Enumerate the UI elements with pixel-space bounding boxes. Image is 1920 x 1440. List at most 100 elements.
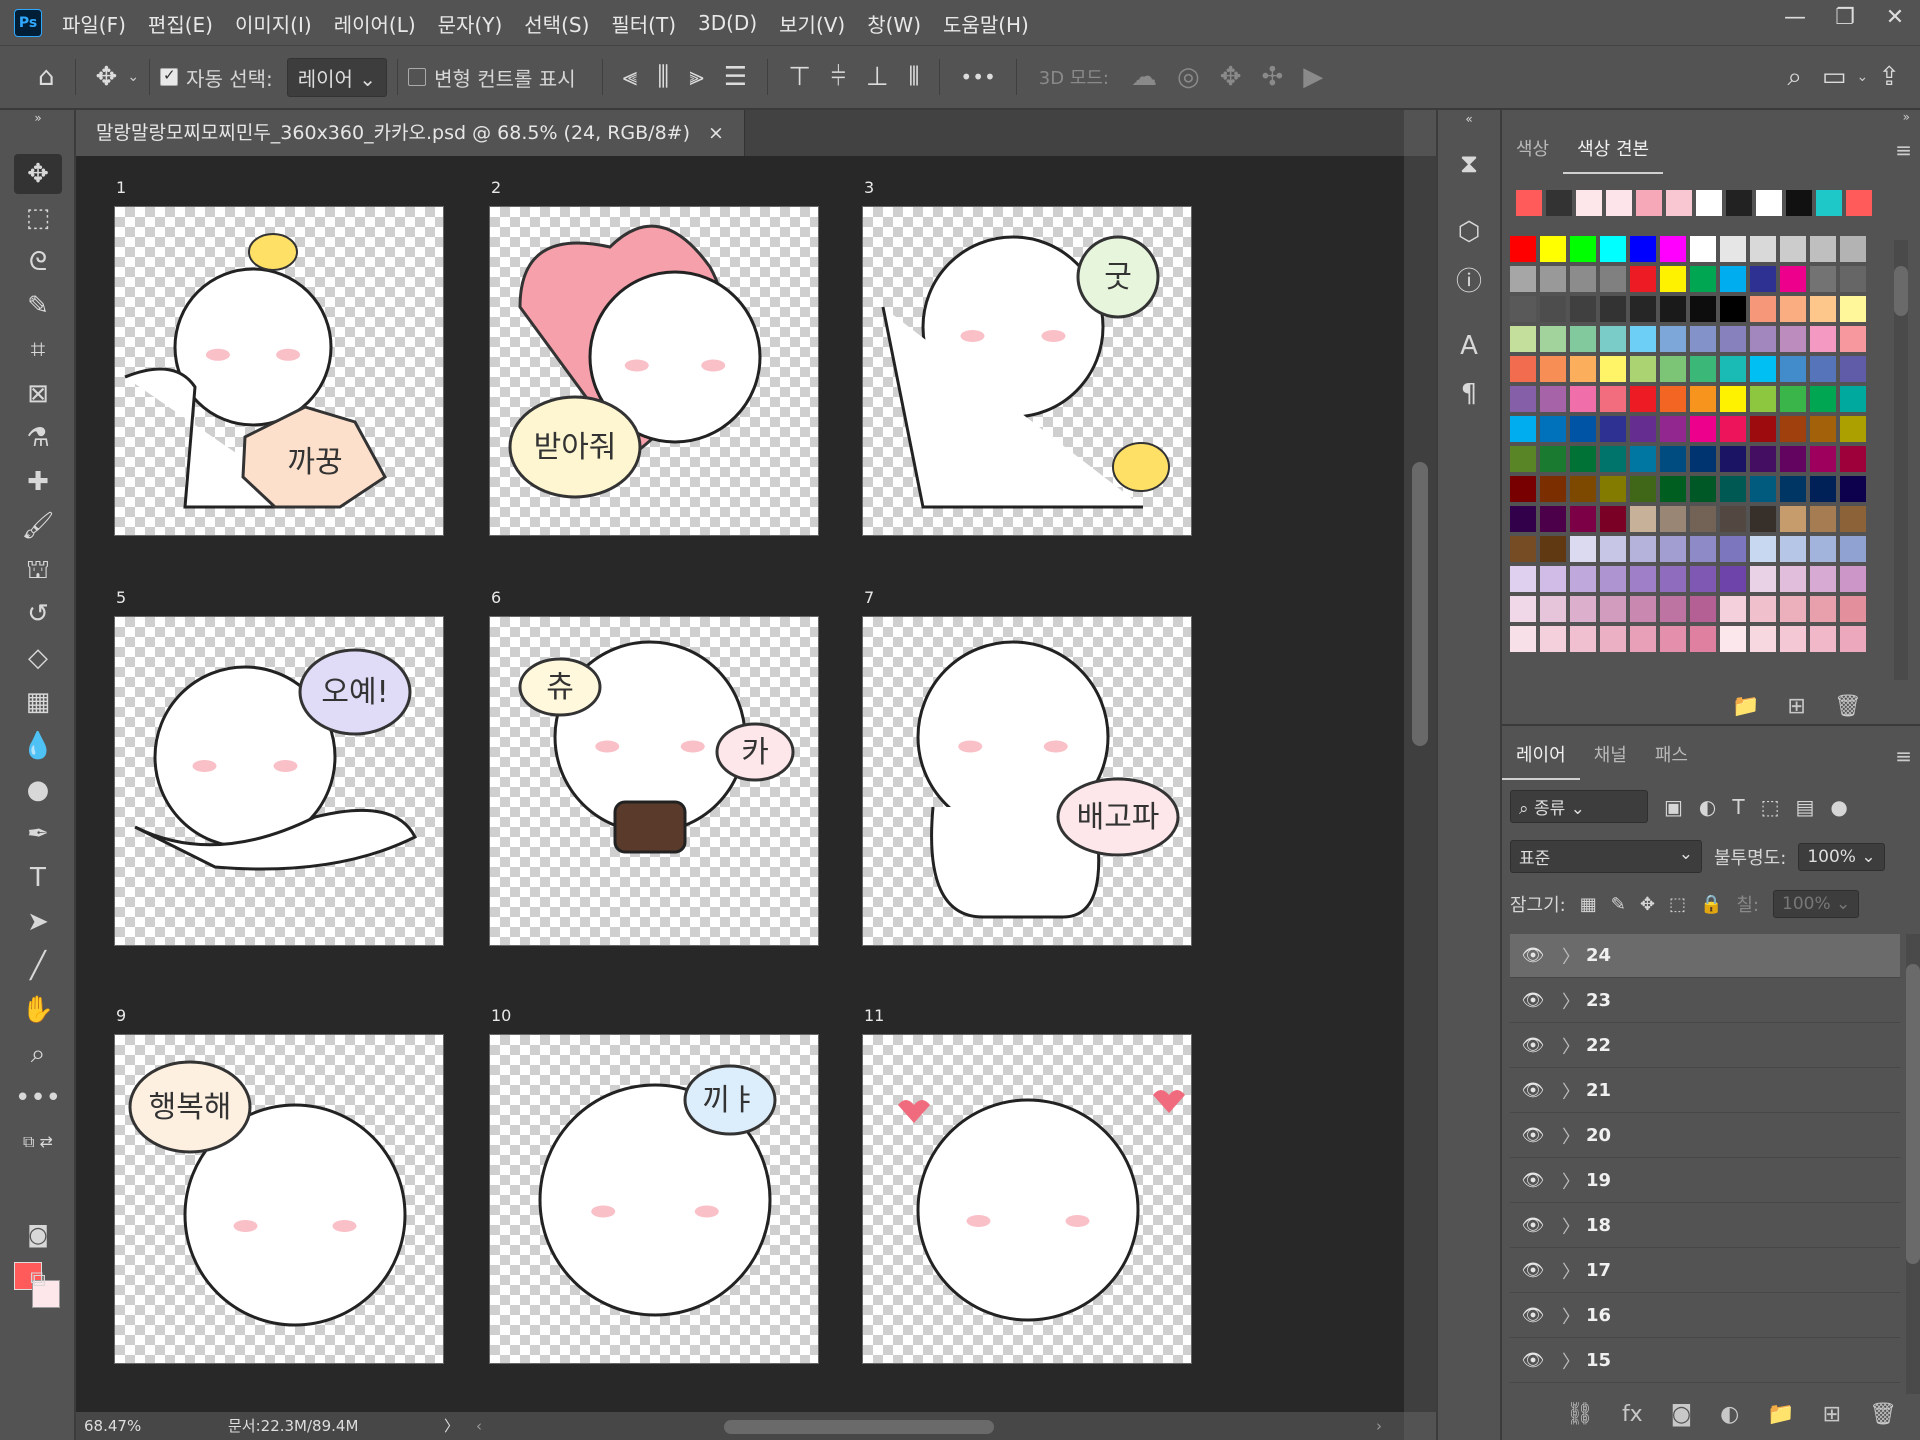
lasso-tool-icon[interactable]: ᘓ	[14, 242, 62, 282]
color-swatch[interactable]	[1780, 626, 1806, 652]
color-swatch[interactable]	[1660, 596, 1686, 622]
layer-row[interactable]: 👁 〉 21	[1510, 1069, 1900, 1113]
layer-row[interactable]: 👁 〉 18	[1510, 1204, 1900, 1248]
menu-item[interactable]: 선택(S)	[524, 9, 589, 38]
color-swatch[interactable]	[1510, 356, 1536, 382]
color-swatch[interactable]	[1660, 236, 1686, 262]
color-swatch[interactable]	[1720, 506, 1746, 532]
new-layer-icon[interactable]: ⊞	[1823, 1402, 1841, 1427]
sticker-artboard[interactable]	[862, 1034, 1192, 1364]
color-swatch[interactable]	[1540, 566, 1566, 592]
expand-group-icon[interactable]: 〉	[1556, 1123, 1586, 1149]
color-swatch[interactable]	[1840, 266, 1866, 292]
workspace-icon[interactable]: ▭	[1812, 62, 1857, 92]
color-swatch[interactable]	[1660, 536, 1686, 562]
color-swatch[interactable]	[1750, 296, 1776, 322]
move-tool-icon[interactable]: ✥	[86, 62, 128, 92]
status-menu-arrow[interactable]: 〉	[444, 1412, 459, 1440]
expand-group-icon[interactable]: 〉	[1556, 943, 1586, 969]
layer-scrollbar[interactable]	[1906, 934, 1920, 1394]
color-swatch[interactable]	[1570, 446, 1596, 472]
color-swatch[interactable]	[1750, 266, 1776, 292]
menu-item[interactable]: 문자(Y)	[438, 9, 503, 38]
color-swatch[interactable]	[1720, 416, 1746, 442]
move-tool-icon[interactable]: ✥	[14, 154, 62, 194]
menu-item[interactable]: 보기(V)	[779, 9, 845, 38]
sticker-artboard[interactable]: 끼ㅑ	[489, 1034, 819, 1364]
color-swatch[interactable]	[1600, 596, 1626, 622]
color-swatch[interactable]	[1720, 596, 1746, 622]
delete-layer-icon[interactable]: 🗑	[1869, 1402, 1897, 1427]
visibility-eye-icon[interactable]: 👁	[1510, 1260, 1556, 1281]
hand-tool-icon[interactable]: ✋	[14, 990, 62, 1030]
character-panel-icon[interactable]: A	[1451, 328, 1487, 364]
color-swatch[interactable]	[1780, 296, 1806, 322]
color-swatch[interactable]	[1750, 566, 1776, 592]
align-bottom-icon[interactable]: ⊥	[856, 62, 899, 92]
color-swatch[interactable]	[1570, 476, 1596, 502]
collapse-icon[interactable]: »	[1903, 110, 1910, 124]
eyedropper-tool-icon[interactable]: ⚗	[14, 418, 62, 458]
color-swatch[interactable]	[1750, 536, 1776, 562]
color-swatch[interactable]	[1600, 446, 1626, 472]
minimize-button[interactable]: —	[1770, 0, 1820, 36]
color-swatch[interactable]	[1600, 356, 1626, 382]
color-swatch[interactable]	[1630, 356, 1656, 382]
tab-swatches[interactable]: 색상 견본	[1563, 126, 1664, 174]
color-swatch[interactable]	[1810, 356, 1836, 382]
align-center-icon[interactable]: ⫼	[647, 62, 679, 93]
pan-3d-icon[interactable]: ✥	[1210, 62, 1252, 92]
visibility-eye-icon[interactable]: 👁	[1510, 990, 1556, 1011]
color-swatch[interactable]	[1690, 326, 1716, 352]
color-swatch[interactable]	[1540, 596, 1566, 622]
color-swatch[interactable]	[1660, 506, 1686, 532]
color-swatch[interactable]	[1600, 566, 1626, 592]
frame-tool-icon[interactable]: ⊠	[14, 374, 62, 414]
layer-row[interactable]: 👁 〉 24	[1510, 934, 1900, 978]
color-swatch[interactable]	[1630, 476, 1656, 502]
color-swatch[interactable]	[1570, 626, 1596, 652]
color-swatch[interactable]	[1570, 326, 1596, 352]
blend-mode-dropdown[interactable]: 표준 ⌄	[1510, 840, 1702, 873]
type-tool-icon[interactable]: T	[14, 858, 62, 898]
visibility-eye-icon[interactable]: 👁	[1510, 1350, 1556, 1371]
marquee-tool-icon[interactable]: ⬚	[14, 198, 62, 238]
color-swatch[interactable]	[1570, 386, 1596, 412]
color-swatch[interactable]	[1810, 446, 1836, 472]
sticker-artboard[interactable]: 까꿍	[114, 206, 444, 536]
recent-swatch[interactable]	[1666, 190, 1692, 216]
sticker-artboard[interactable]: 행복해	[114, 1034, 444, 1364]
color-swatch[interactable]	[1840, 416, 1866, 442]
lock-transparent-icon[interactable]: ▦	[1580, 894, 1597, 915]
layer-row[interactable]: 👁 〉 15	[1510, 1339, 1900, 1383]
history-brush-tool-icon[interactable]: ↺	[14, 594, 62, 634]
color-swatch[interactable]	[1750, 386, 1776, 412]
color-swatch[interactable]	[1540, 476, 1566, 502]
color-swatch[interactable]	[1810, 296, 1836, 322]
color-swatch[interactable]	[1690, 236, 1716, 262]
eraser-tool-icon[interactable]: ◇	[14, 638, 62, 678]
3d-panel-icon[interactable]: ⬡	[1451, 214, 1487, 250]
distribute-horizontal-icon[interactable]: ⫴	[898, 62, 929, 93]
layer-row[interactable]: 👁 〉 19	[1510, 1159, 1900, 1203]
visibility-eye-icon[interactable]: 👁	[1510, 1125, 1556, 1146]
color-swatch[interactable]	[1750, 596, 1776, 622]
color-swatch[interactable]	[1540, 386, 1566, 412]
scrollbar-thumb[interactable]	[1412, 462, 1428, 746]
clone-stamp-tool-icon[interactable]: ⛫	[14, 550, 62, 590]
color-swatch[interactable]	[1630, 296, 1656, 322]
expand-group-icon[interactable]: 〉	[1556, 1033, 1586, 1059]
lock-all-icon[interactable]: 🔒	[1700, 894, 1722, 915]
color-swatch[interactable]	[1720, 236, 1746, 262]
swatch-scrollbar-thumb[interactable]	[1894, 266, 1908, 316]
color-swatch[interactable]	[1570, 266, 1596, 292]
color-swatch[interactable]	[1660, 416, 1686, 442]
dodge-tool-icon[interactable]: ●	[14, 770, 62, 810]
restore-button[interactable]: ❐	[1820, 0, 1870, 36]
color-swatch[interactable]	[1570, 416, 1596, 442]
color-swatch[interactable]	[1660, 446, 1686, 472]
color-swatch[interactable]	[1840, 536, 1866, 562]
close-tab-icon[interactable]: ×	[708, 110, 724, 156]
expand-group-icon[interactable]: 〉	[1556, 1303, 1586, 1329]
color-swatch[interactable]	[1810, 506, 1836, 532]
